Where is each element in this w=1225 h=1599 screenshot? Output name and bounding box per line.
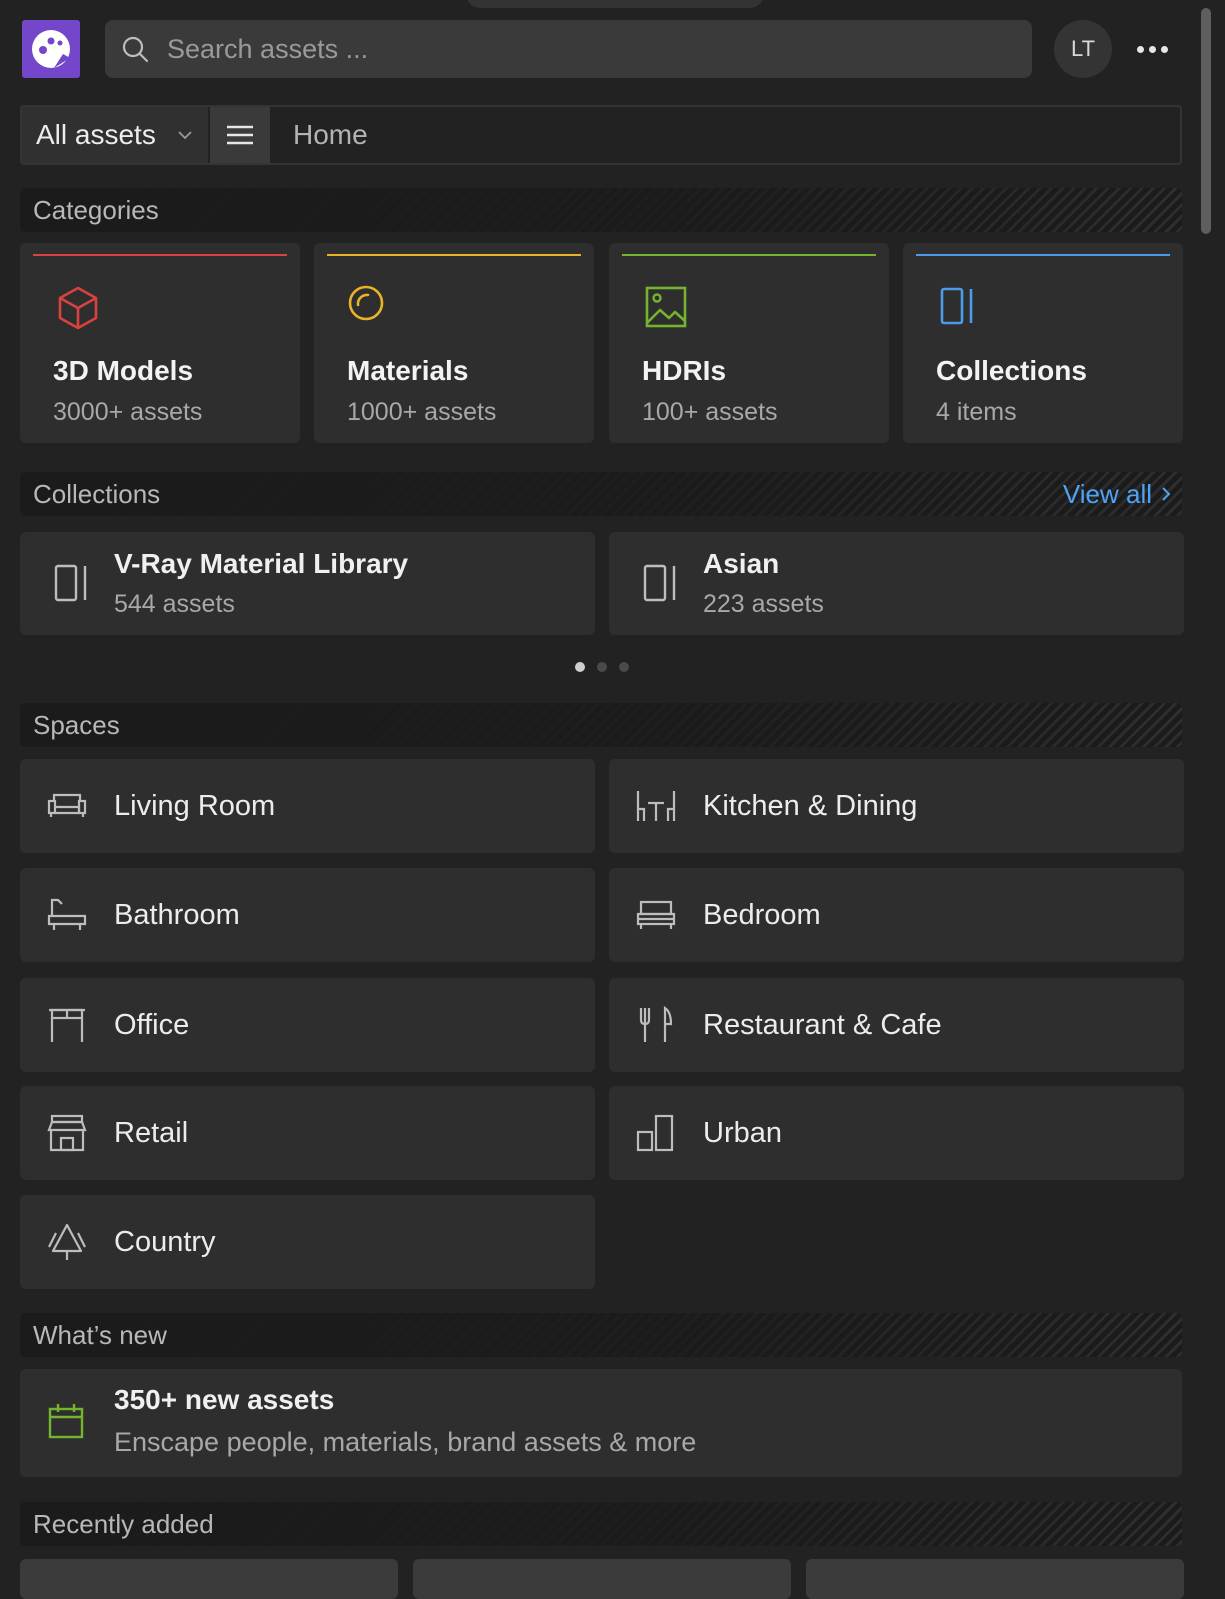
section-title: Collections (33, 478, 161, 509)
navigation-bar: All assets Home (20, 105, 1182, 165)
whats-new-card[interactable]: 350+ new assets Enscape people, material… (20, 1369, 1182, 1477)
collection-count: 544 assets (114, 590, 235, 618)
space-label: Country (114, 1226, 216, 1258)
space-label: Living Room (114, 790, 276, 822)
accent-bar (622, 254, 876, 256)
category-title: 3D Models (53, 355, 194, 386)
trees-icon (48, 1223, 86, 1260)
category-count: 100+ assets (642, 398, 778, 426)
top-bar: LT (22, 20, 1182, 80)
space-card-living-room[interactable]: Living Room (20, 759, 595, 853)
image-icon (645, 286, 687, 328)
search-input[interactable] (165, 32, 989, 66)
search-box[interactable] (105, 20, 1032, 78)
desk-icon (49, 1008, 85, 1042)
space-label: Urban (703, 1117, 782, 1149)
window-top-handle (466, 0, 764, 8)
space-label: Kitchen & Dining (703, 790, 918, 822)
category-count: 1000+ assets (347, 398, 497, 426)
space-label: Retail (114, 1117, 189, 1149)
recent-asset-card[interactable] (806, 1559, 1184, 1599)
carousel-pagination (575, 662, 629, 672)
collection-icon (940, 287, 973, 325)
collection-card-asian[interactable]: Asian 223 assets (609, 532, 1184, 635)
bed-icon (636, 900, 676, 929)
chevron-right-icon (1162, 487, 1171, 501)
whats-new-title: 350+ new assets (114, 1384, 335, 1415)
section-header-collections: Collections View all (20, 472, 1182, 516)
space-label: Bathroom (114, 899, 240, 931)
recent-asset-card[interactable] (413, 1559, 791, 1599)
accent-bar (327, 254, 581, 256)
scrollbar-thumb[interactable] (1201, 8, 1211, 234)
collection-icon (643, 564, 676, 602)
section-title: What’s new (33, 1319, 167, 1350)
dining-table-icon (636, 791, 676, 821)
view-all-link[interactable]: View all (1063, 472, 1172, 516)
collection-title: Asian (703, 548, 780, 579)
category-card-collections[interactable]: Collections 4 items (903, 243, 1183, 443)
material-sphere-icon (348, 285, 384, 321)
space-card-kitchen-dining[interactable]: Kitchen & Dining (609, 759, 1184, 853)
category-count: 3000+ assets (53, 398, 203, 426)
storefront-icon (47, 1114, 87, 1152)
more-options-icon[interactable] (1132, 34, 1172, 64)
section-header-recently-added: Recently added (20, 1502, 1182, 1546)
asset-filter-dropdown[interactable]: All assets (22, 107, 208, 163)
section-title: Spaces (33, 709, 120, 740)
category-card-3d-models[interactable]: 3D Models 3000+ assets (20, 243, 300, 443)
section-header-categories: Categories (20, 188, 1182, 232)
section-title: Categories (33, 194, 159, 225)
palette-logo-icon (32, 30, 70, 68)
collection-icon (54, 564, 87, 602)
category-title: Collections (936, 355, 1087, 386)
section-header-whats-new: What’s new (20, 1313, 1182, 1357)
accent-bar (916, 254, 1170, 256)
carousel-dot[interactable] (619, 662, 629, 672)
search-icon (122, 36, 149, 63)
hamburger-icon (227, 125, 253, 145)
accent-bar (33, 254, 287, 256)
sofa-icon (47, 793, 87, 817)
cutlery-icon (639, 1005, 673, 1042)
space-label: Office (114, 1009, 190, 1041)
category-title: Materials (347, 355, 469, 386)
section-header-spaces: Spaces (20, 703, 1182, 747)
category-title: HDRIs (642, 355, 727, 386)
calendar-icon (48, 1404, 84, 1439)
space-card-country[interactable]: Country (20, 1195, 595, 1289)
space-label: Restaurant & Cafe (703, 1009, 942, 1041)
collection-count: 223 assets (703, 590, 824, 618)
space-card-bathroom[interactable]: Bathroom (20, 868, 595, 962)
category-count: 4 items (936, 398, 1017, 426)
buildings-icon (636, 1114, 674, 1152)
carousel-dot[interactable] (575, 662, 585, 672)
chevron-down-icon (178, 131, 192, 140)
view-all-label: View all (1062, 478, 1152, 509)
cube-icon (58, 286, 98, 330)
category-card-materials[interactable]: Materials 1000+ assets (314, 243, 594, 443)
space-card-restaurant-cafe[interactable]: Restaurant & Cafe (609, 978, 1184, 1072)
space-card-bedroom[interactable]: Bedroom (609, 868, 1184, 962)
space-card-retail[interactable]: Retail (20, 1086, 595, 1180)
user-avatar[interactable]: LT (1054, 20, 1112, 78)
asset-filter-label: All assets (36, 119, 156, 150)
collection-title: V-Ray Material Library (114, 548, 409, 579)
section-title: Recently added (33, 1508, 214, 1539)
whats-new-description: Enscape people, materials, brand assets … (114, 1427, 697, 1457)
menu-button[interactable] (210, 107, 270, 163)
carousel-dot[interactable] (597, 662, 607, 672)
space-card-urban[interactable]: Urban (609, 1086, 1184, 1180)
breadcrumb[interactable]: Home (293, 107, 368, 163)
app-logo[interactable] (22, 20, 80, 78)
category-card-hdris[interactable]: HDRIs 100+ assets (609, 243, 889, 443)
bathtub-icon (47, 898, 87, 930)
recent-asset-card[interactable] (20, 1559, 398, 1599)
space-card-office[interactable]: Office (20, 978, 595, 1072)
collection-card-vray-material-library[interactable]: V-Ray Material Library 544 assets (20, 532, 595, 635)
space-label: Bedroom (703, 899, 821, 931)
